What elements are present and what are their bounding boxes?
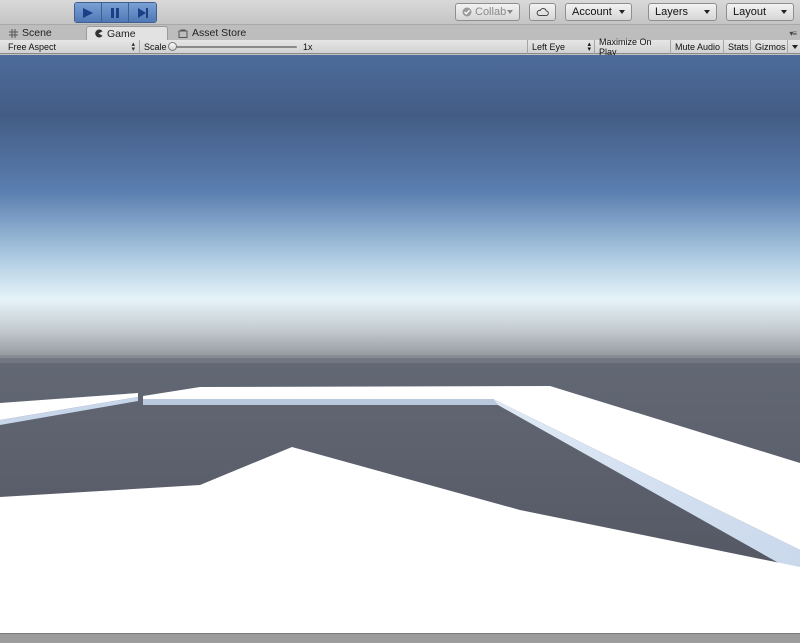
tab-game[interactable]: Game — [86, 26, 168, 40]
store-icon — [178, 28, 188, 38]
layers-label: Layers — [655, 6, 689, 18]
tab-scene-label: Scene — [22, 27, 52, 39]
eye-label: Left Eye — [532, 42, 566, 52]
horizon — [0, 355, 800, 363]
scale-control: Scale 1x — [140, 40, 526, 54]
status-bar — [0, 633, 800, 643]
gizmos-label: Gizmos — [755, 42, 786, 52]
aspect-label: Free Aspect — [8, 42, 57, 52]
mute-label: Mute Audio — [675, 42, 721, 52]
account-label: Account — [572, 6, 612, 18]
play-button[interactable] — [75, 3, 102, 22]
cloud-button[interactable] — [529, 3, 556, 21]
scale-slider-track[interactable] — [173, 46, 297, 48]
cloud-icon — [536, 8, 549, 16]
mute-audio-toggle[interactable]: Mute Audio — [671, 40, 724, 54]
chevron-down-icon — [781, 10, 787, 14]
pause-icon — [111, 7, 119, 18]
game-render — [0, 55, 800, 633]
step-icon — [137, 7, 148, 18]
game-view-toolbar: Free Aspect ▴ ▾ Scale 1x Left Eye ▴ ▾ Maxi… — [0, 37, 800, 57]
playback-controls — [74, 2, 157, 23]
game-viewport[interactable] — [0, 55, 800, 633]
scale-value: 1x — [303, 42, 313, 52]
chevron-down-icon — [792, 45, 798, 49]
gizmos-toggle[interactable]: Gizmos — [751, 40, 788, 54]
stats-toggle[interactable]: Stats — [724, 40, 751, 54]
eye-dropdown[interactable]: Left Eye ▴ ▾ — [527, 40, 595, 54]
tab-asset-store-label: Asset Store — [192, 27, 247, 39]
view-tabs: Scene Game Asset Store ▾≡ — [0, 25, 800, 40]
updown-arrow-icon: ▴ ▾ — [131, 41, 135, 53]
tab-asset-store[interactable]: Asset Store — [174, 26, 264, 40]
tab-scene[interactable]: Scene — [4, 26, 82, 40]
chevron-down-icon — [619, 10, 625, 14]
platform-far-edge — [143, 399, 498, 405]
sky — [0, 55, 800, 360]
stats-label: Stats — [728, 42, 749, 52]
tab-game-label: Game — [107, 27, 136, 40]
maximize-label: Maximize On Play — [599, 37, 652, 57]
account-dropdown[interactable]: Account — [565, 3, 632, 21]
scale-slider-handle[interactable] — [168, 42, 177, 51]
pacman-icon — [93, 29, 103, 39]
layout-dropdown[interactable]: Layout — [726, 3, 794, 21]
aspect-dropdown[interactable]: Free Aspect ▴ ▾ — [4, 40, 140, 54]
chevron-down-icon — [507, 10, 513, 14]
tab-menu-icon[interactable]: ▾≡ — [789, 29, 797, 38]
play-icon — [83, 7, 93, 18]
layers-dropdown[interactable]: Layers — [648, 3, 717, 21]
grid-icon — [8, 28, 18, 38]
main-toolbar: Collab Account Layers Layout — [0, 0, 800, 25]
layout-label: Layout — [733, 6, 767, 18]
step-button[interactable] — [129, 3, 156, 22]
maximize-on-play-toggle[interactable]: Maximize On Play — [595, 37, 671, 57]
collab-dropdown[interactable]: Collab — [455, 3, 520, 21]
collab-label: Collab — [475, 6, 507, 18]
pause-button[interactable] — [102, 3, 129, 22]
scale-label: Scale — [144, 42, 167, 52]
chevron-down-icon — [704, 10, 710, 14]
updown-arrow-icon: ▴ ▾ — [587, 41, 591, 53]
check-circle-icon — [462, 7, 472, 17]
gizmos-dropdown[interactable] — [788, 40, 800, 54]
